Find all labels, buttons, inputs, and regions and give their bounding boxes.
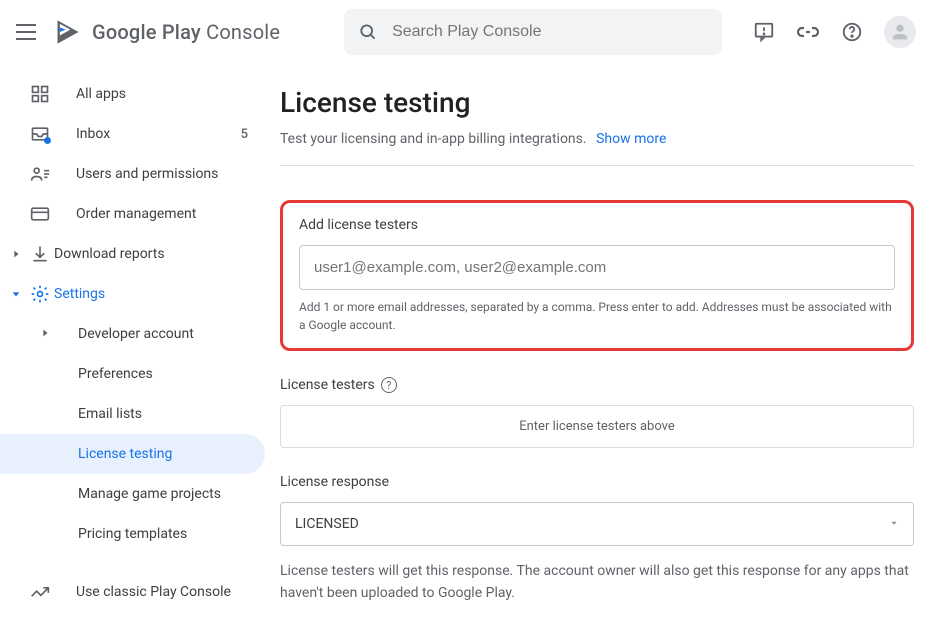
sidebar-item-all-apps[interactable]: All apps xyxy=(0,74,280,114)
chevron-right-icon xyxy=(6,249,26,259)
inbox-badge: 5 xyxy=(241,127,248,142)
play-console-logo-icon xyxy=(54,18,82,46)
caret-down-icon xyxy=(889,516,899,532)
sidebar-item-developer-account[interactable]: Developer account xyxy=(40,314,280,354)
users-icon xyxy=(28,162,52,186)
inbox-icon xyxy=(28,122,52,146)
sidebar-item-label: Pricing templates xyxy=(78,526,187,542)
sidebar-item-classic[interactable]: Use classic Play Console xyxy=(0,572,280,612)
select-value: LICENSED xyxy=(295,516,359,532)
apps-icon xyxy=(28,82,52,106)
sidebar-item-label: Download reports xyxy=(54,246,165,262)
chevron-right-icon xyxy=(40,326,60,342)
chevron-down-icon xyxy=(6,289,26,299)
page-subtitle: Test your licensing and in-app billing i… xyxy=(280,131,914,166)
sidebar-item-label: Inbox xyxy=(76,126,110,142)
license-testers-section: License testers ? Enter license testers … xyxy=(280,377,914,448)
sidebar-item-inbox[interactable]: Inbox 5 xyxy=(0,114,280,154)
sidebar-item-label: Preferences xyxy=(78,366,153,382)
testers-empty-box: Enter license testers above xyxy=(280,405,914,448)
sidebar-item-label: Use classic Play Console xyxy=(76,584,231,600)
search-icon xyxy=(358,21,378,43)
license-response-label: License response xyxy=(280,474,914,490)
search-bar[interactable] xyxy=(344,9,722,55)
sidebar-item-downloads[interactable]: Download reports xyxy=(0,234,280,274)
sidebar-item-orders[interactable]: Order management xyxy=(0,194,280,234)
announcement-icon[interactable] xyxy=(752,20,776,44)
logo[interactable]: Google Play Console xyxy=(54,18,280,46)
sidebar-item-label: License testing xyxy=(78,446,172,462)
show-more-link[interactable]: Show more xyxy=(596,131,666,147)
sidebar-item-label: Order management xyxy=(76,206,196,222)
link-icon[interactable] xyxy=(796,20,820,44)
menu-icon[interactable] xyxy=(16,20,40,44)
sidebar-item-label: Developer account xyxy=(78,326,194,342)
response-description: License testers will get this response. … xyxy=(280,560,914,605)
license-response-section: License response LICENSED License tester… xyxy=(280,474,914,605)
sidebar-item-label: All apps xyxy=(76,86,126,102)
sidebar-item-settings[interactable]: Settings xyxy=(0,274,280,314)
license-response-select[interactable]: LICENSED xyxy=(280,502,914,546)
add-testers-section: Add license testers Add 1 or more email … xyxy=(280,200,914,351)
sidebar-item-users[interactable]: Users and permissions xyxy=(0,154,280,194)
sidebar-item-email-lists[interactable]: Email lists xyxy=(78,394,280,434)
sidebar-item-label: Settings xyxy=(54,286,105,302)
download-icon xyxy=(28,242,52,266)
avatar[interactable] xyxy=(884,16,916,48)
logo-text: Google Play Console xyxy=(92,20,280,44)
add-testers-helper: Add 1 or more email addresses, separated… xyxy=(299,298,895,334)
sidebar-item-license-testing[interactable]: License testing xyxy=(0,434,265,474)
sidebar-item-label: Email lists xyxy=(78,406,142,422)
sidebar-item-pricing[interactable]: Pricing templates xyxy=(78,514,280,554)
add-testers-label: Add license testers xyxy=(299,217,895,233)
help-icon[interactable] xyxy=(840,20,864,44)
help-icon[interactable]: ? xyxy=(381,377,397,393)
sidebar-item-label: Users and permissions xyxy=(76,166,218,182)
sidebar-item-label: Manage game projects xyxy=(78,486,221,502)
gear-icon xyxy=(28,282,52,306)
add-testers-input[interactable] xyxy=(299,245,895,290)
search-input[interactable] xyxy=(392,23,708,41)
trending-icon xyxy=(28,580,52,604)
page-title: License testing xyxy=(280,86,914,119)
person-icon xyxy=(889,21,911,43)
license-testers-label: License testers ? xyxy=(280,377,914,393)
credit-card-icon xyxy=(28,202,52,226)
sidebar-item-manage-game[interactable]: Manage game projects xyxy=(78,474,280,514)
sidebar-item-preferences[interactable]: Preferences xyxy=(78,354,280,394)
